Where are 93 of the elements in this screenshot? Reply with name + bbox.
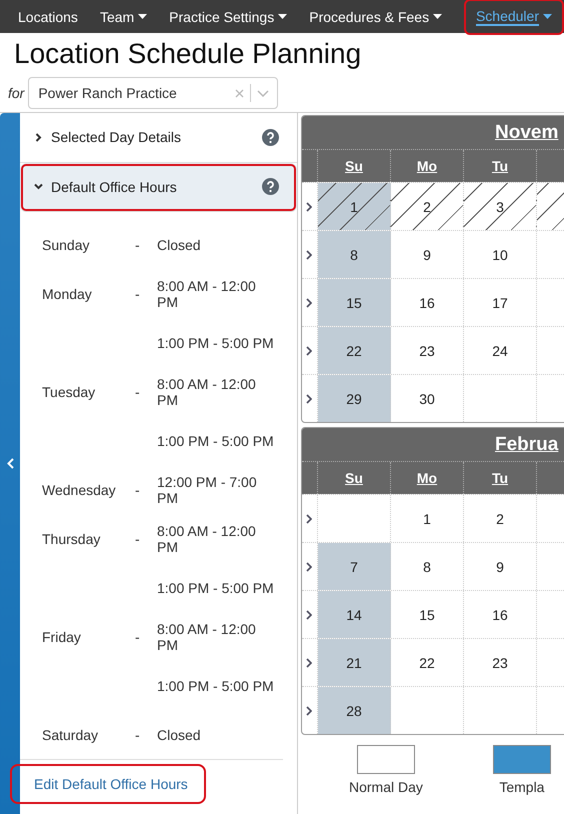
chevron-right-icon [306, 250, 312, 260]
edit-hours-link[interactable]: Edit Default Office Hours [12, 766, 204, 802]
day-cell[interactable]: 16 [464, 591, 537, 638]
office-hours-time: 8:00 AM - 12:00 PM [157, 620, 257, 652]
office-hours-time: 1:00 PM - 5:00 PM [157, 432, 274, 448]
day-cell[interactable]: 30 [391, 375, 464, 422]
page-title: Location Schedule Planning [14, 37, 362, 71]
caret-icon [433, 14, 442, 19]
day-cell[interactable]: 14 [318, 591, 391, 638]
dash-separator: - [135, 726, 140, 742]
day-cell[interactable]: 1 [391, 495, 464, 542]
weekday-link[interactable]: Tu [492, 158, 508, 174]
day-cell[interactable]: 7 [318, 543, 391, 590]
day-cell[interactable]: 1 [318, 183, 391, 230]
day-name: Thursday [42, 530, 100, 546]
office-hours-time: 1:00 PM - 5:00 PM [157, 580, 274, 596]
day-cell[interactable]: 21 [318, 639, 391, 686]
day-name: Tuesday [42, 384, 96, 400]
day-cell[interactable]: 2 [391, 183, 464, 230]
day-cell[interactable]: 23 [464, 639, 537, 686]
dash-separator: - [135, 628, 140, 644]
office-hours-time: 8:00 AM - 12:00 PM [157, 376, 257, 408]
for-label: for [8, 85, 24, 101]
dash-separator: - [135, 482, 140, 498]
day-cell[interactable]: 8 [391, 543, 464, 590]
chevron-down-icon [34, 182, 43, 192]
collapse-panel-button[interactable] [0, 113, 20, 814]
office-hours-time: 12:00 PM - 7:00 PM [157, 474, 258, 506]
chevron-right-icon [306, 346, 312, 356]
nav-menu-item[interactable]: Scheduler [466, 0, 562, 32]
caret-icon [543, 14, 552, 19]
dash-separator: - [135, 530, 140, 546]
help-icon [262, 178, 279, 196]
day-cell[interactable]: 3 [464, 183, 537, 230]
dash-separator: - [135, 286, 140, 302]
day-cell[interactable]: 24 [464, 327, 537, 374]
chevron-right-icon [34, 132, 43, 142]
day-cell[interactable]: 28 [318, 687, 391, 734]
location-select[interactable]: Power Ranch Practice [28, 77, 278, 109]
weekday-link[interactable]: Tu [492, 470, 508, 486]
month-title-link[interactable]: Februa [495, 434, 558, 456]
day-cell[interactable]: 8 [318, 231, 391, 278]
weekday-link[interactable]: Mo [416, 158, 438, 174]
day-cell[interactable]: 10 [464, 231, 537, 278]
dash-separator: - [135, 236, 140, 252]
day-name: Sunday [42, 236, 90, 252]
office-hours-time: 1:00 PM - 5:00 PM [157, 678, 274, 694]
day-cell[interactable]: 17 [464, 279, 537, 326]
clear-icon [235, 88, 244, 98]
day-cell[interactable]: 9 [464, 543, 537, 590]
month-title-link[interactable]: Novem [495, 122, 558, 144]
chevron-right-icon [306, 562, 312, 572]
chevron-right-icon [306, 394, 312, 404]
office-hours-time: 1:00 PM - 5:00 PM [157, 334, 274, 350]
day-name: Friday [42, 628, 81, 644]
office-hours-time: 8:00 AM - 12:00 PM [157, 278, 257, 310]
dash-separator: - [135, 384, 140, 400]
caret-icon [278, 14, 288, 19]
day-name: Saturday [42, 726, 98, 742]
nav-menu-item[interactable]: Procedures & Fees [299, 6, 452, 28]
nav-menu-item[interactable]: Team [90, 6, 158, 28]
chevron-right-icon [306, 658, 312, 668]
day-cell[interactable]: 15 [318, 279, 391, 326]
caret-icon [138, 14, 148, 19]
day-cell[interactable]: 16 [391, 279, 464, 326]
office-hours-time: 8:00 AM - 12:00 PM [157, 522, 257, 554]
day-cell[interactable]: 9 [391, 231, 464, 278]
day-cell[interactable]: 15 [391, 591, 464, 638]
day-name: Wednesday [42, 482, 116, 498]
accordion-header[interactable]: Default Office Hours [20, 162, 297, 212]
weekday-link[interactable]: Su [345, 470, 363, 486]
day-cell[interactable]: 29 [318, 375, 391, 422]
day-cell[interactable]: 23 [391, 327, 464, 374]
legend-label: Normal Day [349, 779, 423, 795]
day-name: Monday [42, 286, 92, 302]
nav-menu-item[interactable]: Practice Settings [159, 6, 298, 28]
day-cell[interactable]: 22 [391, 639, 464, 686]
chevron-right-icon [306, 298, 312, 308]
nav-menu-item[interactable]: Locations [8, 6, 88, 28]
chevron-right-icon [306, 706, 312, 716]
chevron-right-icon [306, 610, 312, 620]
help-icon [262, 128, 279, 146]
chevron-right-icon [306, 202, 312, 212]
day-cell[interactable]: 2 [464, 495, 537, 542]
office-hours-time: Closed [157, 236, 201, 252]
legend-label: Templa [499, 779, 544, 795]
chevron-left-icon [6, 458, 14, 469]
chevron-down-icon [257, 90, 270, 96]
day-cell[interactable]: 22 [318, 327, 391, 374]
weekday-link[interactable]: Su [345, 158, 363, 174]
office-hours-time: Closed [157, 726, 201, 742]
chevron-right-icon [306, 514, 312, 524]
weekday-link[interactable]: Mo [416, 470, 438, 486]
